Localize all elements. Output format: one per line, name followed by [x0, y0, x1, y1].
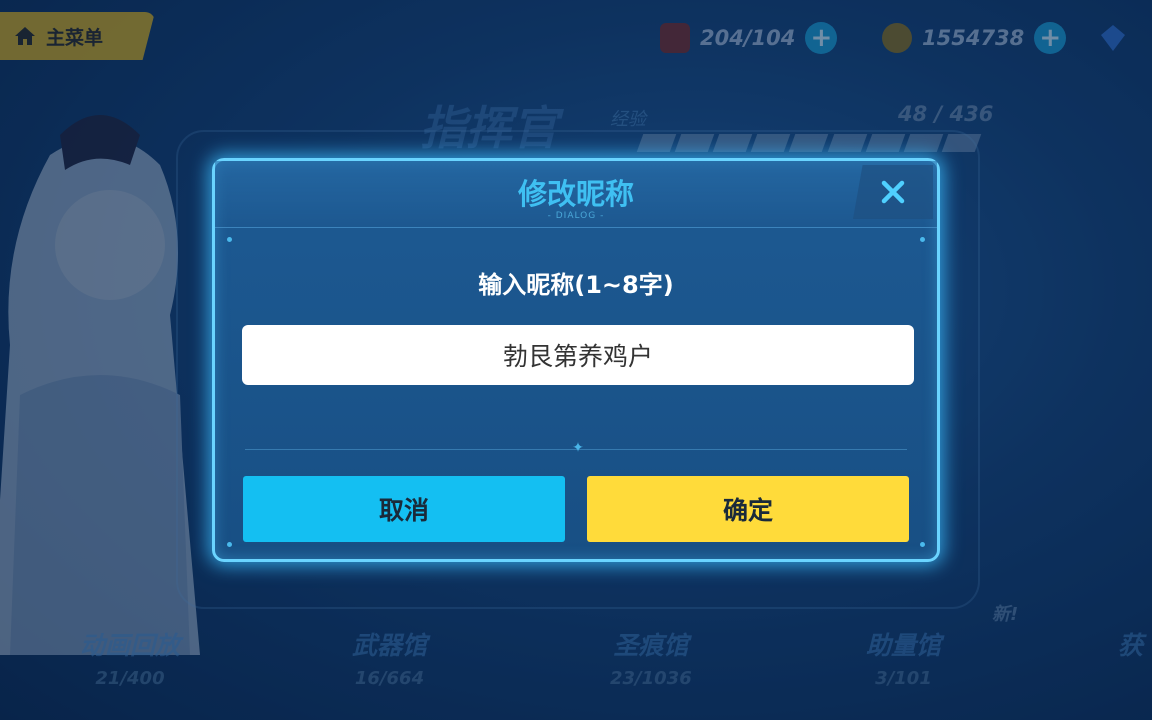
confirm-button[interactable]: 确定: [587, 476, 909, 542]
nickname-input[interactable]: [242, 325, 914, 385]
nickname-prompt: 输入昵称(1~8字): [478, 271, 674, 299]
corner-dot: [227, 542, 232, 547]
dialog-title: 修改昵称: [517, 177, 634, 211]
close-button[interactable]: [853, 165, 933, 219]
corner-dot: [227, 237, 232, 242]
corner-dot: [920, 237, 925, 242]
rename-dialog: 修改昵称 - DIALOG - 输入昵称(1~8字) ✦ 取消 确定: [212, 158, 940, 562]
cancel-button[interactable]: 取消: [243, 476, 565, 542]
divider-star-icon: ✦: [572, 440, 584, 456]
close-icon: [881, 180, 905, 204]
dialog-subtitle: - DIALOG -: [547, 211, 605, 221]
corner-dot: [920, 542, 925, 547]
dialog-header: 修改昵称 - DIALOG -: [215, 161, 937, 228]
